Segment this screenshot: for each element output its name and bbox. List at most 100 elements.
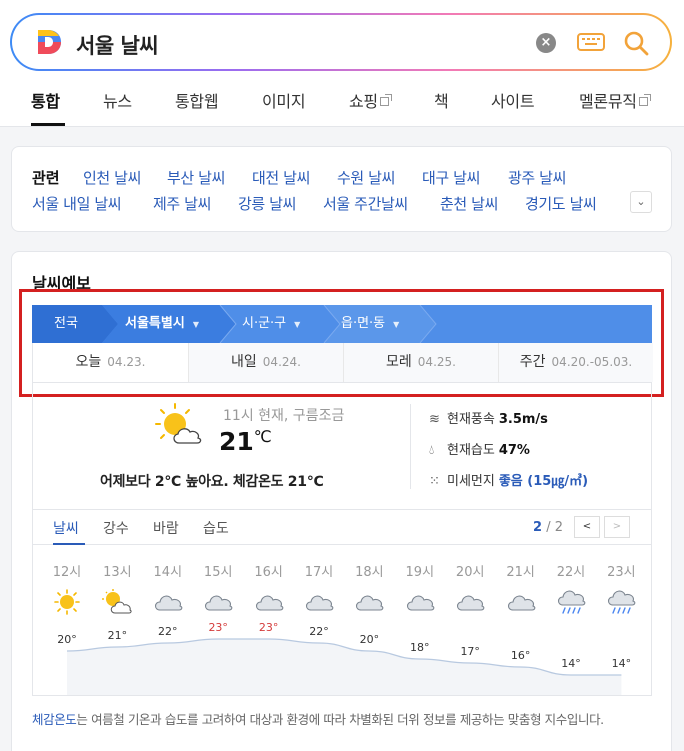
current-time: 11시 현재, 구름조금	[223, 408, 345, 424]
forecast-subtabs: 날씨 강수 바람 습도 2 / 2 < >	[33, 509, 651, 545]
humidity-label: 현재습도	[447, 443, 495, 458]
top-header: 서울 날씨 × 통합 뉴스 통합웹 이미지 쇼핑 책 사이트 멜론뮤직	[0, 0, 684, 127]
partly-cloudy-icon	[155, 403, 202, 444]
hour-label: 19시	[405, 565, 435, 580]
cloud-icon	[406, 595, 435, 611]
date-tab-date: 04.20.-05.03.	[551, 355, 633, 369]
sun-icon	[54, 589, 80, 615]
date-tab-label: 주간	[519, 354, 546, 370]
related-link[interactable]: 수원 날씨	[337, 167, 395, 188]
related-link[interactable]: 대전 날씨	[252, 167, 310, 188]
tab-images[interactable]: 이미지	[262, 88, 306, 112]
related-link[interactable]: 제주 날씨	[153, 193, 211, 214]
partly-cloudy-icon	[102, 589, 132, 614]
wind-value: 3.5m/s	[498, 412, 548, 427]
related-title: 관련	[32, 169, 60, 187]
related-link[interactable]: 강릉 날씨	[238, 193, 296, 214]
cloud-icon	[205, 595, 233, 611]
date-tab-date: 04.23.	[107, 355, 146, 369]
subtab-precipitation[interactable]: 강수	[103, 518, 129, 538]
tab-web[interactable]: 통합웹	[175, 88, 219, 112]
date-tab-day-after[interactable]: 모레 04.25.	[343, 343, 498, 382]
active-subtab-indicator	[53, 543, 85, 545]
feels-like-link[interactable]: 체감온도	[32, 712, 77, 727]
date-tab-label: 모레	[386, 354, 412, 370]
page-total: / 2	[546, 520, 563, 535]
hour-label: 15시	[203, 565, 233, 580]
search-icon[interactable]	[622, 29, 650, 57]
humidity-value: 47%	[498, 443, 530, 458]
clear-search-button[interactable]: ×	[536, 33, 556, 53]
location-district-label: 시·군·구	[242, 316, 287, 331]
location-town[interactable]: 읍·면·동 ▼	[341, 305, 399, 343]
dust-value: 좋음 (15㎍/㎥)	[498, 474, 589, 489]
chevron-down-icon[interactable]: ⌄	[630, 191, 652, 213]
external-link-icon	[379, 94, 392, 106]
tab-melon-music[interactable]: 멜론뮤직	[579, 88, 651, 112]
footnote-text: 는 여름철 기온과 습도를 고려하여 대상과 환경에 따라 차별화된 더위 정보…	[76, 712, 604, 727]
current-weather: 11시 현재, 구름조금 21℃ 어제보다 2°C 높아요. 체감온도 21℃ …	[32, 383, 652, 696]
tab-shopping[interactable]: 쇼핑	[349, 88, 392, 112]
prev-page-button[interactable]: <	[574, 516, 600, 538]
humidity-stat: 💧︎ 현재습도 47%	[429, 439, 530, 458]
droplet-icon: 💧︎	[429, 443, 435, 458]
location-city-label: 서울특별시	[125, 316, 185, 331]
weather-panel: 날씨예보 전국 서울특별시 ▼ 시·군·구 ▼ 읍·면·동 ▼ 오늘 04.23. 내일…	[11, 251, 672, 751]
caret-down-icon: ▼	[192, 320, 199, 329]
tab-books[interactable]: 책	[434, 88, 449, 112]
related-link[interactable]: 부산 날씨	[167, 167, 225, 188]
related-link[interactable]: 서울 주간날씨	[323, 193, 408, 214]
location-selector: 전국 서울특별시 ▼ 시·군·구 ▼ 읍·면·동 ▼	[32, 305, 652, 343]
tab-melon-label: 멜론뮤직	[579, 92, 637, 111]
location-city[interactable]: 서울특별시 ▼	[125, 305, 199, 343]
related-link[interactable]: 인천 날씨	[83, 167, 141, 188]
dust-label: 미세먼지	[447, 474, 495, 489]
page-indicator: 2 / 2	[533, 520, 563, 535]
hour-label: 17시	[304, 565, 334, 580]
related-link[interactable]: 경기도 날씨	[525, 193, 597, 214]
tab-shopping-label: 쇼핑	[349, 92, 378, 111]
subtab-weather[interactable]: 날씨	[53, 518, 79, 538]
tab-sites[interactable]: 사이트	[491, 88, 535, 112]
cloud-icon	[305, 595, 334, 611]
tab-news[interactable]: 뉴스	[103, 88, 132, 112]
daum-logo-icon	[38, 30, 61, 54]
caret-down-icon: ▼	[393, 320, 400, 329]
location-country[interactable]: 전국	[54, 305, 78, 343]
location-district[interactable]: 시·군·구 ▼	[242, 305, 300, 343]
external-link-icon	[638, 94, 651, 106]
subtab-humidity[interactable]: 습도	[203, 518, 229, 538]
search-tabs: 통합 뉴스 통합웹 이미지 쇼핑 책 사이트 멜론뮤직	[0, 80, 684, 126]
subtab-wind[interactable]: 바람	[153, 518, 179, 538]
date-tab-tomorrow[interactable]: 내일 04.24.	[188, 343, 343, 382]
date-tab-label: 내일	[231, 354, 257, 370]
related-link[interactable]: 서울 내일 날씨	[32, 193, 122, 214]
temp-unit: ℃	[253, 427, 272, 446]
temperature-comparison: 어제보다 2°C 높아요. 체감온도 21℃	[100, 474, 324, 490]
active-tab-indicator	[31, 123, 65, 126]
date-tab-label: 오늘	[75, 354, 102, 370]
related-link[interactable]: 대구 날씨	[422, 167, 480, 188]
date-tab-weekly[interactable]: 주간 04.20.-05.03.	[498, 343, 653, 382]
search-input[interactable]: 서울 날씨	[76, 30, 159, 60]
hour-label: 13시	[103, 565, 132, 580]
date-tab-date: 04.24.	[262, 355, 301, 369]
hour-label: 18시	[355, 565, 384, 580]
next-page-button[interactable]: >	[604, 516, 630, 538]
related-link[interactable]: 춘천 날씨	[440, 193, 498, 214]
search-box[interactable]: 서울 날씨 ×	[10, 13, 672, 71]
page-current: 2	[533, 520, 543, 535]
cloud-icon	[154, 595, 183, 611]
hour-label: 23시	[607, 565, 636, 580]
related-searches: 관련 인천 날씨 부산 날씨 대전 날씨 수원 날씨 대구 날씨 광주 날씨 서…	[11, 146, 672, 232]
rain-icon	[608, 590, 636, 614]
wind-icon: ≋	[429, 412, 440, 427]
keyboard-icon[interactable]	[577, 31, 605, 53]
hour-label: 16시	[254, 565, 283, 580]
temperature-curve	[66, 638, 622, 695]
related-link[interactable]: 광주 날씨	[508, 167, 566, 188]
hour-label: 12시	[52, 565, 82, 580]
tab-integrated[interactable]: 통합	[31, 88, 60, 112]
divider	[410, 404, 411, 489]
date-tab-today[interactable]: 오늘 04.23.	[33, 343, 188, 382]
